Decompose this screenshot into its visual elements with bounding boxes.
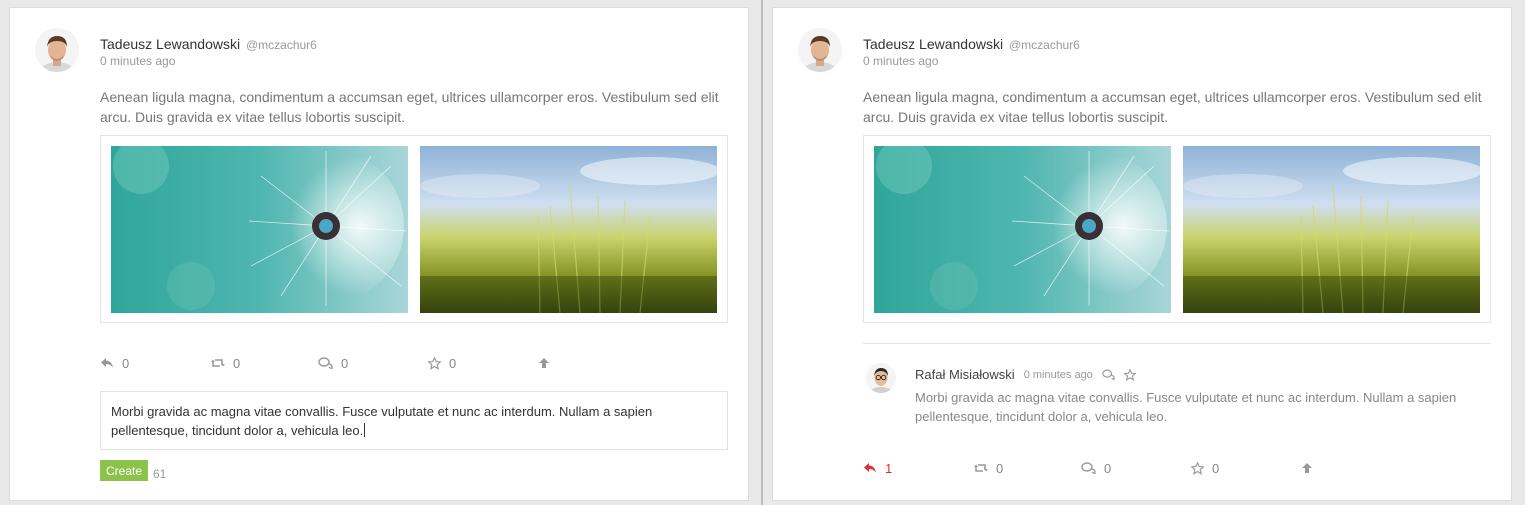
create-button[interactable]: Create [100,460,148,481]
star-icon [1123,368,1136,381]
comments-count: 0 [341,355,349,371]
post-body: Aenean ligula magna, condimentum a accum… [863,89,1482,125]
wheat-field-photo[interactable] [1183,146,1480,313]
star-icon [1191,461,1204,475]
author-name[interactable]: Tadeusz Lewandowski @mczachur6 [863,36,1080,52]
comment-input-text: Morbi gravida ac magna vitae convallis. … [111,404,653,438]
favorite-count: 0 [1212,460,1220,476]
comment-favorite-button[interactable] [1123,368,1136,381]
comments-icon [1081,462,1096,474]
author-display-name[interactable]: Tadeusz Lewandowski [863,36,1003,52]
wheat-field-photo[interactable] [420,146,717,313]
avatar[interactable] [798,28,842,72]
arrow-up-icon [1302,463,1312,473]
retweet-button[interactable]: 0 [211,353,240,373]
text-caret [364,423,366,437]
image-gallery [863,135,1491,323]
comment-body: Morbi gravida ac magna vitae convallis. … [915,390,1457,424]
post-body: Aenean ligula magna, condimentum a accum… [100,89,719,125]
avatar[interactable] [35,28,79,72]
reply-count: 1 [885,460,893,476]
reply-button[interactable]: 1 [863,458,892,478]
author-handle[interactable]: @mczachur6 [246,38,317,52]
image-gallery [100,135,728,323]
post-timestamp: 0 minutes ago [100,54,176,68]
post-card-compose: Tadeusz Lewandowski @mczachur6 0 minutes… [9,7,749,501]
comment-separator [863,343,1491,344]
reply-button[interactable]: 0 [100,353,129,373]
comments-button[interactable]: 0 [1081,458,1111,478]
favorite-count: 0 [449,355,457,371]
comment-reply-button[interactable] [1102,369,1115,380]
character-count: 61 [153,467,167,481]
upvote-button[interactable] [538,353,550,373]
pane-divider [761,0,763,505]
post-actions: 1 0 0 0 [863,458,1493,478]
comments-count: 0 [1104,460,1112,476]
retweet-icon [211,359,225,367]
comment-author-name[interactable]: Rafał Misiałowski [915,367,1015,382]
upvote-button[interactable] [1301,458,1313,478]
reply-icon [101,358,113,368]
comment-timestamp: 0 minutes ago [1023,368,1093,381]
post-card-with-comment: Tadeusz Lewandowski @mczachur6 0 minutes… [772,7,1512,501]
author-name[interactable]: Tadeusz Lewandowski @mczachur6 [100,36,317,52]
star-icon [428,356,441,370]
author-handle[interactable]: @mczachur6 [1009,38,1080,52]
post-timestamp: 0 minutes ago [863,54,939,68]
comment-avatar[interactable] [866,363,896,393]
comment-input[interactable]: Morbi gravida ac magna vitae convallis. … [100,391,728,450]
post-actions: 0 0 0 0 [100,353,730,373]
dandelion-photo[interactable] [111,146,408,313]
reply-icon [864,463,876,473]
comments-icon [1102,369,1115,380]
favorite-button[interactable]: 0 [1191,458,1219,478]
favorite-button[interactable]: 0 [428,353,456,373]
reply-count: 0 [122,355,130,371]
retweet-button[interactable]: 0 [974,458,1003,478]
retweet-count: 0 [233,355,241,371]
dandelion-photo[interactable] [874,146,1171,313]
retweet-count: 0 [996,460,1004,476]
comments-icon [318,357,333,369]
retweet-icon [974,464,988,472]
author-display-name[interactable]: Tadeusz Lewandowski [100,36,240,52]
comment-header: Rafał Misiałowski 0 minutes ago [915,367,1136,382]
arrow-up-icon [539,358,549,368]
comments-button[interactable]: 0 [318,353,348,373]
